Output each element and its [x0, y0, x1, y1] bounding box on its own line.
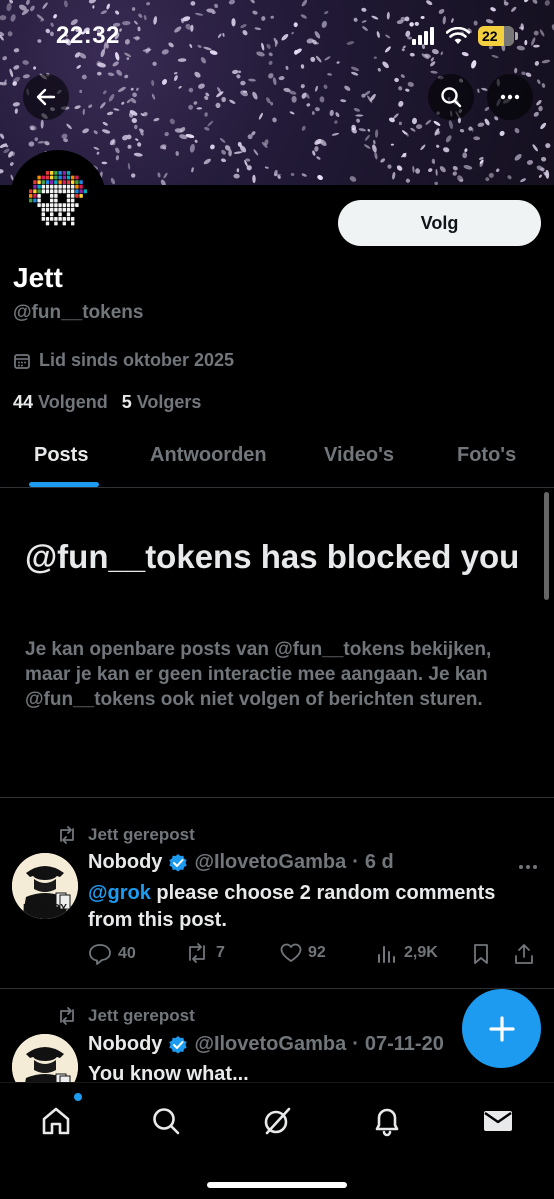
- grok-icon: [264, 1107, 291, 1135]
- post-avatar[interactable]: NOBODY: [12, 853, 78, 919]
- calendar-icon: [14, 353, 30, 369]
- like-button[interactable]: 92: [280, 943, 326, 963]
- repost-count: 7: [216, 944, 225, 961]
- profile-avatar[interactable]: [10, 150, 106, 246]
- verified-badge-icon: [169, 853, 188, 872]
- pixel-skull-avatar: [29, 171, 87, 226]
- tab-photos[interactable]: Foto's: [457, 444, 516, 467]
- compose-post-button[interactable]: [462, 989, 541, 1068]
- repost-indicator: Jett gerepost: [56, 825, 195, 845]
- nav-messages[interactable]: [478, 1101, 518, 1141]
- following-count: 44: [13, 392, 34, 412]
- nav-home[interactable]: [36, 1101, 76, 1141]
- heart-icon: [280, 943, 302, 962]
- following-label: Volgend: [38, 392, 108, 412]
- share-button[interactable]: [514, 943, 534, 965]
- post-time: 07-11-20: [364, 1033, 444, 1055]
- post-header: Nobody @IlovetoGamba · 6 d: [88, 851, 394, 874]
- post-separator: ·: [352, 1033, 359, 1055]
- profile-handle: @fun__tokens: [13, 302, 144, 323]
- search-icon: [153, 1108, 180, 1135]
- tab-replies[interactable]: Antwoorden: [150, 444, 267, 467]
- follow-button[interactable]: Volg: [338, 200, 541, 246]
- tab-posts[interactable]: Posts: [34, 444, 88, 467]
- profile-tabs: Posts Antwoorden Video's Foto's: [0, 432, 554, 488]
- post-text: @grok please choose 2 random comments fr…: [88, 880, 538, 934]
- bookmark-icon: [474, 944, 488, 964]
- bookmark-button[interactable]: [472, 943, 490, 965]
- followers-link[interactable]: 5 Volgers: [122, 392, 202, 413]
- battery-level: 22: [482, 28, 498, 44]
- bell-icon: [375, 1108, 399, 1137]
- post-more-button[interactable]: [518, 853, 538, 876]
- view-count: 2,9K: [404, 944, 438, 961]
- repost-label: Jett gerepost: [88, 1006, 195, 1025]
- cellular-signal-icon: [412, 27, 434, 45]
- active-tab-indicator: [29, 482, 99, 487]
- following-link[interactable]: 44 Volgend: [13, 392, 108, 413]
- more-horizontal-icon: [500, 94, 520, 100]
- nav-grok[interactable]: [257, 1101, 297, 1141]
- reply-button[interactable]: 40: [88, 943, 136, 965]
- joined-date: Lid sinds oktober 2025: [13, 350, 234, 371]
- reply-count: 40: [118, 945, 136, 962]
- back-button[interactable]: [23, 74, 69, 120]
- repost-icon: [189, 943, 205, 963]
- display-name: Jett: [13, 262, 63, 293]
- nav-notifications[interactable]: [367, 1101, 407, 1141]
- followers-count: 5: [121, 392, 132, 412]
- post-header: Nobody @IlovetoGamba · 07-11-20: [88, 1033, 444, 1056]
- repost-icon: [60, 1007, 74, 1025]
- wifi-icon: [446, 27, 470, 44]
- noir-figure-avatar: NOBODY: [12, 853, 78, 919]
- post-author-name[interactable]: Nobody: [88, 1033, 162, 1056]
- share-icon: [515, 944, 533, 964]
- new-content-dot: [74, 1093, 82, 1101]
- views-chart-icon: [378, 946, 395, 963]
- views-button[interactable]: 2,9K: [376, 943, 438, 963]
- post-body: You know what...: [88, 1063, 249, 1082]
- arrow-left-icon: [36, 88, 56, 106]
- like-count: 92: [308, 944, 326, 961]
- post-author-name[interactable]: Nobody: [88, 851, 162, 874]
- status-bar: 22:32 22: [0, 0, 554, 70]
- repost-button[interactable]: 7: [184, 943, 225, 963]
- repost-label: Jett gerepost: [88, 825, 195, 844]
- post-separator: ·: [352, 851, 359, 873]
- more-horizontal-icon: [519, 865, 537, 869]
- followers-label: Volgers: [136, 392, 202, 412]
- verified-badge-icon: [169, 1035, 188, 1054]
- battery-icon: 22: [478, 26, 518, 46]
- repost-indicator: Jett gerepost: [56, 1006, 195, 1026]
- post-mention[interactable]: @grok: [88, 882, 151, 904]
- post-time: 6 d: [364, 851, 394, 873]
- divider: [0, 797, 554, 798]
- divider: [0, 988, 554, 989]
- post-text: You know what...: [88, 1061, 538, 1082]
- more-button[interactable]: [487, 74, 533, 120]
- blocked-title: @fun__tokens has blocked you: [25, 538, 520, 575]
- mail-icon: [484, 1111, 512, 1131]
- search-icon: [441, 87, 462, 108]
- post-actions: 40 7 92 2,9K: [88, 943, 540, 973]
- follow-stats: 44 Volgend 5 Volgers: [13, 392, 201, 413]
- home-indicator: [207, 1182, 347, 1188]
- plus-icon: [488, 1015, 515, 1042]
- reply-icon: [89, 944, 111, 965]
- status-time: 22:32: [56, 22, 120, 49]
- nav-explore[interactable]: [146, 1101, 186, 1141]
- avatar-nobody-text: NOBODY: [23, 903, 67, 914]
- repost-icon: [60, 826, 74, 844]
- scrollbar[interactable]: [544, 492, 549, 600]
- post-author-handle[interactable]: @IlovetoGamba: [194, 1033, 346, 1056]
- status-icons: 22: [412, 26, 518, 46]
- joined-text: Lid sinds oktober 2025: [39, 350, 235, 370]
- tab-videos[interactable]: Video's: [324, 444, 394, 467]
- blocked-description: Je kan openbare posts van @fun__tokens b…: [25, 639, 492, 710]
- home-icon: [42, 1107, 70, 1135]
- search-button[interactable]: [428, 74, 474, 120]
- post-author-handle[interactable]: @IlovetoGamba: [194, 851, 346, 874]
